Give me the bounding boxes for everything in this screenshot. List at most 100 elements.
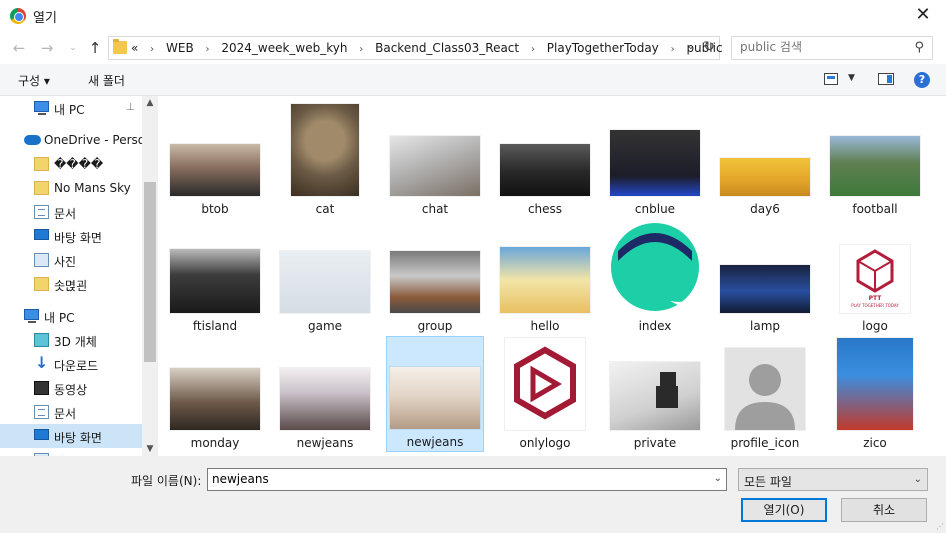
file-name: ftisland: [192, 319, 238, 333]
chevron-down-icon[interactable]: ⌄: [687, 41, 695, 52]
sidebar-item[interactable]: 내 PC: [0, 304, 142, 328]
sidebar-item[interactable]: 내 PC ⊥: [0, 96, 142, 120]
desktop-icon: [34, 229, 49, 240]
pin-icon[interactable]: ⊥: [126, 102, 135, 113]
file-tile[interactable]: profile_icon: [716, 336, 814, 452]
file-tile[interactable]: monday: [166, 336, 264, 452]
file-thumbnail: [291, 104, 359, 196]
file-name: btob: [201, 202, 229, 216]
file-tile[interactable]: chess: [496, 102, 594, 218]
file-tile[interactable]: private: [606, 336, 704, 452]
file-tile[interactable]: newjeans: [386, 336, 484, 452]
recent-locations-chevron-icon[interactable]: ⌄: [64, 39, 82, 57]
file-tile[interactable]: football: [826, 102, 924, 218]
file-tile[interactable]: game: [276, 219, 374, 335]
file-thumbnail: [280, 251, 370, 313]
breadcrumb-overflow[interactable]: «: [131, 41, 138, 55]
breadcrumb-item[interactable]: PlayTogetherToday: [547, 41, 659, 55]
breadcrumb-separator-icon: ›: [150, 44, 155, 55]
file-tile[interactable]: newjeans: [276, 336, 374, 452]
file-tile[interactable]: btob: [166, 102, 264, 218]
sidebar-item[interactable]: No Mans Sky: [0, 176, 142, 200]
breadcrumb-item[interactable]: WEB: [166, 41, 194, 55]
sidebar-item[interactable]: 사진: [0, 248, 142, 272]
file-tile[interactable]: index: [606, 219, 704, 335]
sidebar-item[interactable]: 동영상: [0, 376, 142, 400]
breadcrumb-item[interactable]: 2024_week_web_kyh: [221, 41, 347, 55]
organize-button[interactable]: 구성 ▾: [18, 72, 50, 89]
breadcrumb-separator-icon: ›: [670, 44, 675, 55]
help-icon[interactable]: ?: [914, 72, 930, 88]
close-button[interactable]: ✕: [900, 0, 946, 32]
file-tile[interactable]: group: [386, 219, 484, 335]
file-tile[interactable]: hello: [496, 219, 594, 335]
sidebar-item[interactable]: 3D 개체: [0, 328, 142, 352]
breadcrumb-item[interactable]: Backend_Class03_React: [375, 41, 519, 55]
address-bar[interactable]: « › WEB › 2024_week_web_kyh › Backend_Cl…: [108, 36, 723, 60]
file-tile[interactable]: day6: [716, 102, 814, 218]
filename-combobox[interactable]: ⌄: [207, 468, 727, 491]
search-input[interactable]: [740, 40, 900, 54]
file-thumbnail: [500, 247, 590, 313]
folder-icon: [113, 39, 127, 54]
file-thumbnail: [837, 338, 913, 430]
chevron-down-icon[interactable]: ⌄: [914, 474, 922, 485]
sidebar-item[interactable]: 사진: [0, 448, 142, 456]
file-tile[interactable]: chat: [386, 102, 484, 218]
file-tile[interactable]: lamp: [716, 219, 814, 335]
file-list[interactable]: btob cat chat chess cnblue day6 football ftisla…: [160, 96, 946, 456]
preview-pane-icon[interactable]: [878, 73, 894, 85]
file-tile[interactable]: onlylogo: [496, 336, 594, 452]
file-name: zico: [863, 436, 887, 450]
file-name: private: [633, 436, 677, 450]
sidebar-item[interactable]: 바탕 화면: [0, 424, 142, 448]
cancel-button[interactable]: 취소: [841, 498, 927, 522]
file-name: hello: [530, 319, 560, 333]
resize-grip-icon[interactable]: ⋰: [936, 522, 944, 531]
open-button[interactable]: 열기(O): [741, 498, 827, 522]
file-thumbnail: [610, 362, 700, 430]
file-tile[interactable]: cat: [276, 102, 374, 218]
file-tile[interactable]: cnblue: [606, 102, 704, 218]
file-type-select[interactable]: 모든 파일 ⌄: [738, 468, 928, 491]
logo-thumbnail-subtext: PLAY TOGETHER TODAY: [851, 303, 899, 308]
back-arrow-icon[interactable]: ←: [10, 39, 28, 57]
file-name: index: [638, 319, 672, 333]
chevron-down-icon[interactable]: ⌄: [714, 473, 722, 484]
file-thumbnail: [280, 368, 370, 430]
view-mode-icon[interactable]: [824, 73, 838, 85]
navigation-scrollbar[interactable]: ▲ ▼: [142, 96, 158, 456]
sidebar-item-label: 내 PC: [54, 103, 85, 117]
scrollbar-thumb[interactable]: [144, 182, 156, 362]
scroll-up-icon[interactable]: ▲: [142, 98, 158, 108]
sidebar-item[interactable]: 문서: [0, 400, 142, 424]
file-name: game: [307, 319, 343, 333]
filename-label: 파일 이름(N):: [131, 474, 202, 488]
sidebar-item-label: 문서: [54, 207, 77, 221]
forward-arrow-icon[interactable]: →: [38, 39, 56, 57]
file-tile[interactable]: zico: [826, 336, 924, 452]
command-bar: 구성 ▾ 새 폴더 ▼ ?: [0, 64, 946, 96]
sidebar-item[interactable]: 다운로드: [0, 352, 142, 376]
sidebar-item[interactable]: 바탕 화면: [0, 224, 142, 248]
view-dropdown-icon[interactable]: ▼: [848, 73, 855, 83]
pc-icon: [24, 309, 39, 323]
file-name: logo: [862, 319, 888, 333]
file-tile[interactable]: ftisland: [166, 219, 264, 335]
up-arrow-icon[interactable]: ↑: [86, 39, 104, 57]
sidebar-item[interactable]: 문서: [0, 200, 142, 224]
scroll-down-icon[interactable]: ▼: [142, 444, 158, 454]
refresh-icon[interactable]: ↻: [703, 39, 715, 55]
file-tile[interactable]: PTT PLAY TOGETHER TODAY logo: [826, 219, 924, 335]
navigation-pane[interactable]: 내 PC ⊥ OneDrive - Personal ���� No Mans Sky 문…: [0, 96, 158, 456]
sidebar-item[interactable]: 솟멵괸: [0, 272, 142, 296]
sidebar-item[interactable]: ����: [0, 152, 142, 176]
filename-input[interactable]: [212, 472, 702, 486]
sidebar-item-label: ����: [54, 157, 104, 171]
new-folder-button[interactable]: 새 폴더: [88, 72, 125, 89]
file-name: cat: [315, 202, 335, 216]
search-icon[interactable]: ⚲: [914, 40, 924, 55]
download-icon: [34, 353, 49, 372]
sidebar-item[interactable]: OneDrive - Personal: [0, 128, 158, 152]
search-box[interactable]: ⚲: [731, 36, 933, 60]
